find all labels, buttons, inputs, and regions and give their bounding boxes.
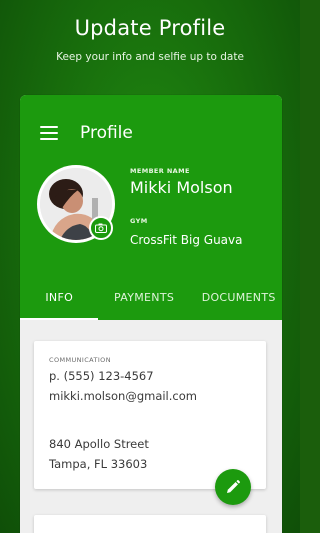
phone-number[interactable]: p. (555) 123-4567 bbox=[49, 369, 154, 383]
tab-payments[interactable]: PAYMENTS bbox=[98, 285, 189, 320]
communication-card: COMMUNICATION p. (555) 123-4567 mikki.mo… bbox=[34, 341, 266, 489]
gym-name: CrossFit Big Guava bbox=[130, 233, 243, 247]
change-photo-button[interactable] bbox=[89, 216, 113, 240]
hero-subtitle: Keep your info and selfie up to date bbox=[56, 51, 244, 63]
app-bar-title: Profile bbox=[80, 123, 133, 143]
edit-button[interactable] bbox=[215, 469, 251, 505]
hero-title: Update Profile bbox=[74, 16, 226, 40]
email-address[interactable]: mikki.molson@gmail.com bbox=[49, 389, 197, 403]
gym-label: GYM bbox=[130, 217, 148, 225]
tab-documents[interactable]: DOCUMENTS bbox=[190, 285, 282, 320]
communication-label: COMMUNICATION bbox=[49, 356, 111, 364]
pencil-edit-icon bbox=[227, 480, 240, 493]
street-address: 840 Apollo Street bbox=[49, 437, 149, 451]
city-address: Tampa, FL 33603 bbox=[49, 457, 148, 471]
member-name: Mikki Molson bbox=[130, 178, 233, 197]
tab-bar: INFO PAYMENTS DOCUMENTS bbox=[20, 285, 282, 320]
next-card bbox=[34, 515, 266, 533]
phone-screen: Profile MEMBER NAME Mikki Molson GYM Cro… bbox=[20, 95, 282, 533]
app-bar: Profile MEMBER NAME Mikki Molson GYM Cro… bbox=[20, 95, 282, 320]
hamburger-menu-icon[interactable] bbox=[40, 126, 58, 140]
tab-info[interactable]: INFO bbox=[20, 285, 99, 320]
member-name-label: MEMBER NAME bbox=[130, 167, 190, 175]
camera-icon bbox=[95, 223, 107, 233]
